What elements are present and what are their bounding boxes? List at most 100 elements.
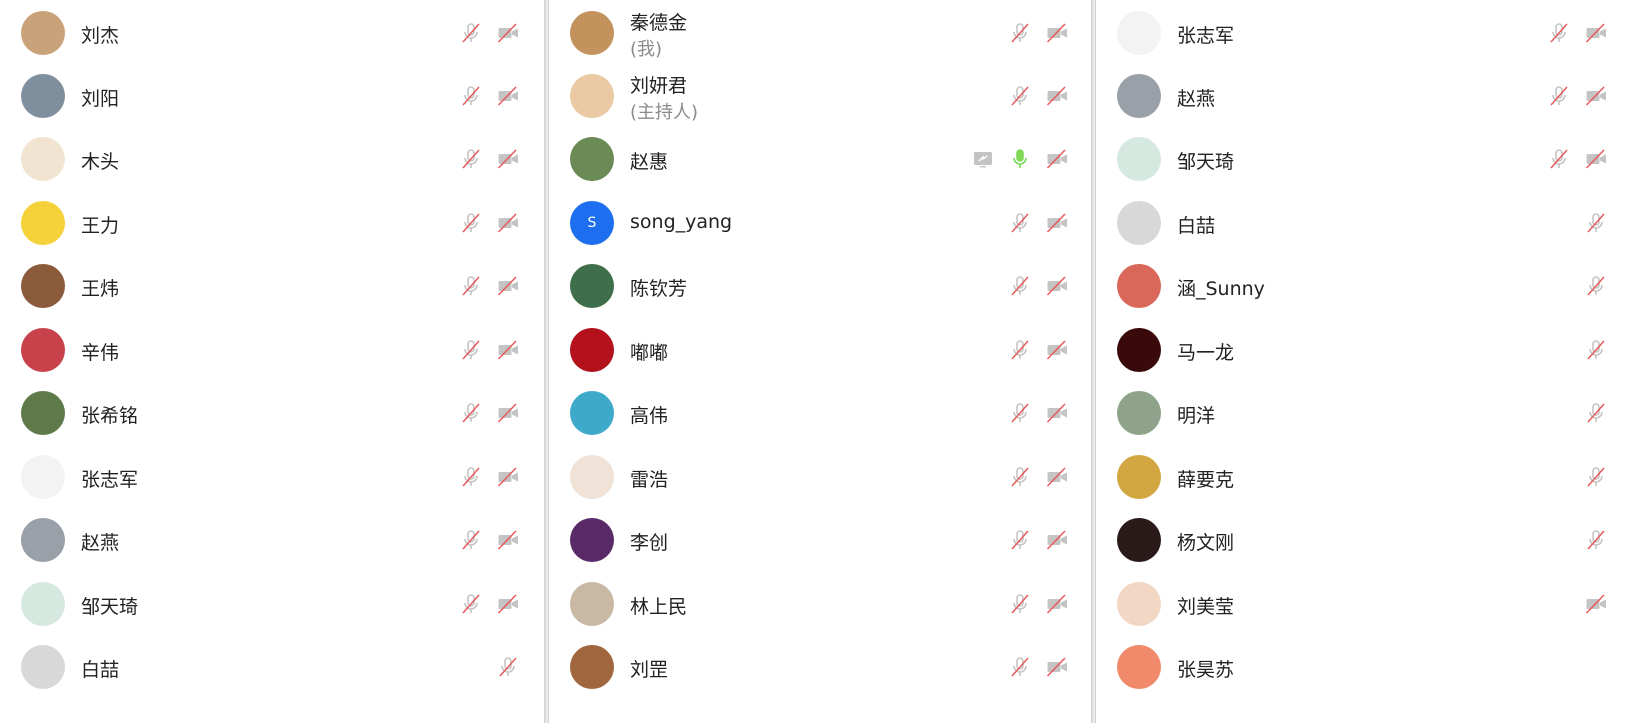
participant-row[interactable]: 白喆 [1096, 190, 1631, 256]
camera-off-icon[interactable] [497, 593, 519, 615]
participant-row[interactable]: 王炜 [0, 253, 544, 319]
microphone-muted-icon[interactable] [1548, 85, 1570, 107]
microphone-muted-icon[interactable] [460, 212, 482, 234]
camera-off-icon[interactable] [1046, 339, 1068, 361]
camera-off-icon[interactable] [497, 529, 519, 551]
microphone-muted-icon[interactable] [1009, 212, 1031, 234]
participant-row[interactable]: 嘟嘟 [549, 317, 1093, 383]
camera-off-icon[interactable] [1046, 656, 1068, 678]
participant-row[interactable]: 刘妍君 (主持人) [549, 63, 1093, 129]
microphone-muted-icon[interactable] [460, 466, 482, 488]
camera-off-icon[interactable] [497, 402, 519, 424]
participant-row[interactable]: 秦德金 (我) [549, 0, 1093, 66]
microphone-muted-icon[interactable] [460, 529, 482, 551]
participant-row[interactable]: 高伟 [549, 380, 1093, 446]
participant-row[interactable]: 白喆 [0, 634, 544, 700]
microphone-muted-icon[interactable] [497, 656, 519, 678]
camera-off-icon[interactable] [497, 212, 519, 234]
camera-off-icon[interactable] [1046, 466, 1068, 488]
microphone-muted-icon[interactable] [1009, 339, 1031, 361]
microphone-muted-icon[interactable] [1585, 212, 1607, 234]
microphone-muted-icon[interactable] [1548, 148, 1570, 170]
microphone-muted-icon[interactable] [460, 339, 482, 361]
microphone-muted-icon[interactable] [1009, 593, 1031, 615]
camera-off-icon[interactable] [1585, 593, 1607, 615]
microphone-muted-icon[interactable] [1585, 466, 1607, 488]
camera-off-icon[interactable] [497, 85, 519, 107]
flower-painting-avatar [570, 264, 614, 308]
microphone-active-icon[interactable] [1009, 148, 1031, 170]
camera-off-icon[interactable] [1046, 275, 1068, 297]
autumn-trees-avatar [1117, 455, 1161, 499]
participant-row[interactable]: 刘罡 [549, 634, 1093, 700]
participant-row[interactable]: 薛要克 [1096, 444, 1631, 510]
microphone-muted-icon[interactable] [1009, 529, 1031, 551]
microphone-muted-icon[interactable] [460, 85, 482, 107]
microphone-muted-icon[interactable] [1585, 402, 1607, 424]
camera-off-icon[interactable] [1046, 402, 1068, 424]
camera-off-icon[interactable] [1046, 85, 1068, 107]
camera-off-icon[interactable] [1046, 593, 1068, 615]
camera-off-icon[interactable] [1585, 85, 1607, 107]
camera-off-icon[interactable] [1585, 22, 1607, 44]
microphone-muted-icon[interactable] [1009, 22, 1031, 44]
microphone-muted-icon[interactable] [460, 275, 482, 297]
camera-off-icon[interactable] [497, 148, 519, 170]
camera-off-icon[interactable] [1585, 148, 1607, 170]
camera-off-icon[interactable] [497, 466, 519, 488]
participant-panel-1[interactable]: 刘杰 刘阳 木头 王力 王炜 辛伟 张希铭 张志军 赵燕 邹天琦 白喆 [0, 0, 544, 723]
microphone-muted-icon[interactable] [1009, 656, 1031, 678]
camera-off-icon[interactable] [1046, 529, 1068, 551]
participant-row[interactable]: 张志军 [0, 444, 544, 510]
microphone-muted-icon[interactable] [1009, 466, 1031, 488]
participant-row[interactable]: Ssong_yang [549, 190, 1093, 256]
microphone-muted-icon[interactable] [460, 148, 482, 170]
participant-row[interactable]: 辛伟 [0, 317, 544, 383]
tea-cup-avatar [570, 582, 614, 626]
microphone-muted-icon[interactable] [1548, 22, 1570, 44]
child-photo-avatar [1117, 74, 1161, 118]
camera-off-icon[interactable] [497, 22, 519, 44]
participant-row[interactable]: 陈钦芳 [549, 253, 1093, 319]
camera-off-icon[interactable] [497, 339, 519, 361]
participant-row[interactable]: 张希铭 [0, 380, 544, 446]
participant-row[interactable]: 雷浩 [549, 444, 1093, 510]
microphone-muted-icon[interactable] [1009, 402, 1031, 424]
participant-row[interactable]: 张志军 [1096, 0, 1631, 66]
participant-panel-3[interactable]: 张志军 赵燕 邹天琦 白喆 涵_Sunny 马一龙 明洋 薛要克 杨文刚 刘美莹 张昊苏 [1095, 0, 1631, 723]
participant-row[interactable]: 刘阳 [0, 63, 544, 129]
participant-row[interactable]: 王力 [0, 190, 544, 256]
microphone-muted-icon[interactable] [460, 22, 482, 44]
plant-avatar [1117, 391, 1161, 435]
participant-row[interactable]: 杨文刚 [1096, 507, 1631, 573]
microphone-muted-icon[interactable] [460, 593, 482, 615]
puppy-avatar [21, 582, 65, 626]
microphone-muted-icon[interactable] [1009, 275, 1031, 297]
participant-row[interactable]: 赵燕 [0, 507, 544, 573]
participant-row[interactable]: 刘美莹 [1096, 571, 1631, 637]
participant-row[interactable]: 马一龙 [1096, 317, 1631, 383]
participant-row[interactable]: 邹天琦 [0, 571, 544, 637]
camera-off-icon[interactable] [1046, 148, 1068, 170]
microphone-muted-icon[interactable] [460, 402, 482, 424]
screen-share-icon [972, 148, 994, 170]
participant-row[interactable]: 涵_Sunny [1096, 253, 1631, 319]
participant-row[interactable]: 张昊苏 [1096, 634, 1631, 700]
anime-avatar [570, 455, 614, 499]
participant-row[interactable]: 赵惠 [549, 126, 1093, 192]
microphone-muted-icon[interactable] [1585, 275, 1607, 297]
camera-off-icon[interactable] [497, 275, 519, 297]
participant-row[interactable]: 李创 [549, 507, 1093, 573]
camera-off-icon[interactable] [1046, 22, 1068, 44]
microphone-muted-icon[interactable] [1009, 85, 1031, 107]
microphone-muted-icon[interactable] [1585, 529, 1607, 551]
microphone-muted-icon[interactable] [1585, 339, 1607, 361]
participant-panel-2[interactable]: 秦德金 (我) 刘妍君 (主持人) 赵惠 Ssong_yang 陈钦芳 嘟嘟 高伟 雷浩 李创 林上民… [548, 0, 1093, 723]
camera-off-icon[interactable] [1046, 212, 1068, 234]
participant-row[interactable]: 明洋 [1096, 380, 1631, 446]
participant-row[interactable]: 邹天琦 [1096, 126, 1631, 192]
participant-row[interactable]: 木头 [0, 126, 544, 192]
participant-row[interactable]: 刘杰 [0, 0, 544, 66]
participant-row[interactable]: 林上民 [549, 571, 1093, 637]
participant-row[interactable]: 赵燕 [1096, 63, 1631, 129]
